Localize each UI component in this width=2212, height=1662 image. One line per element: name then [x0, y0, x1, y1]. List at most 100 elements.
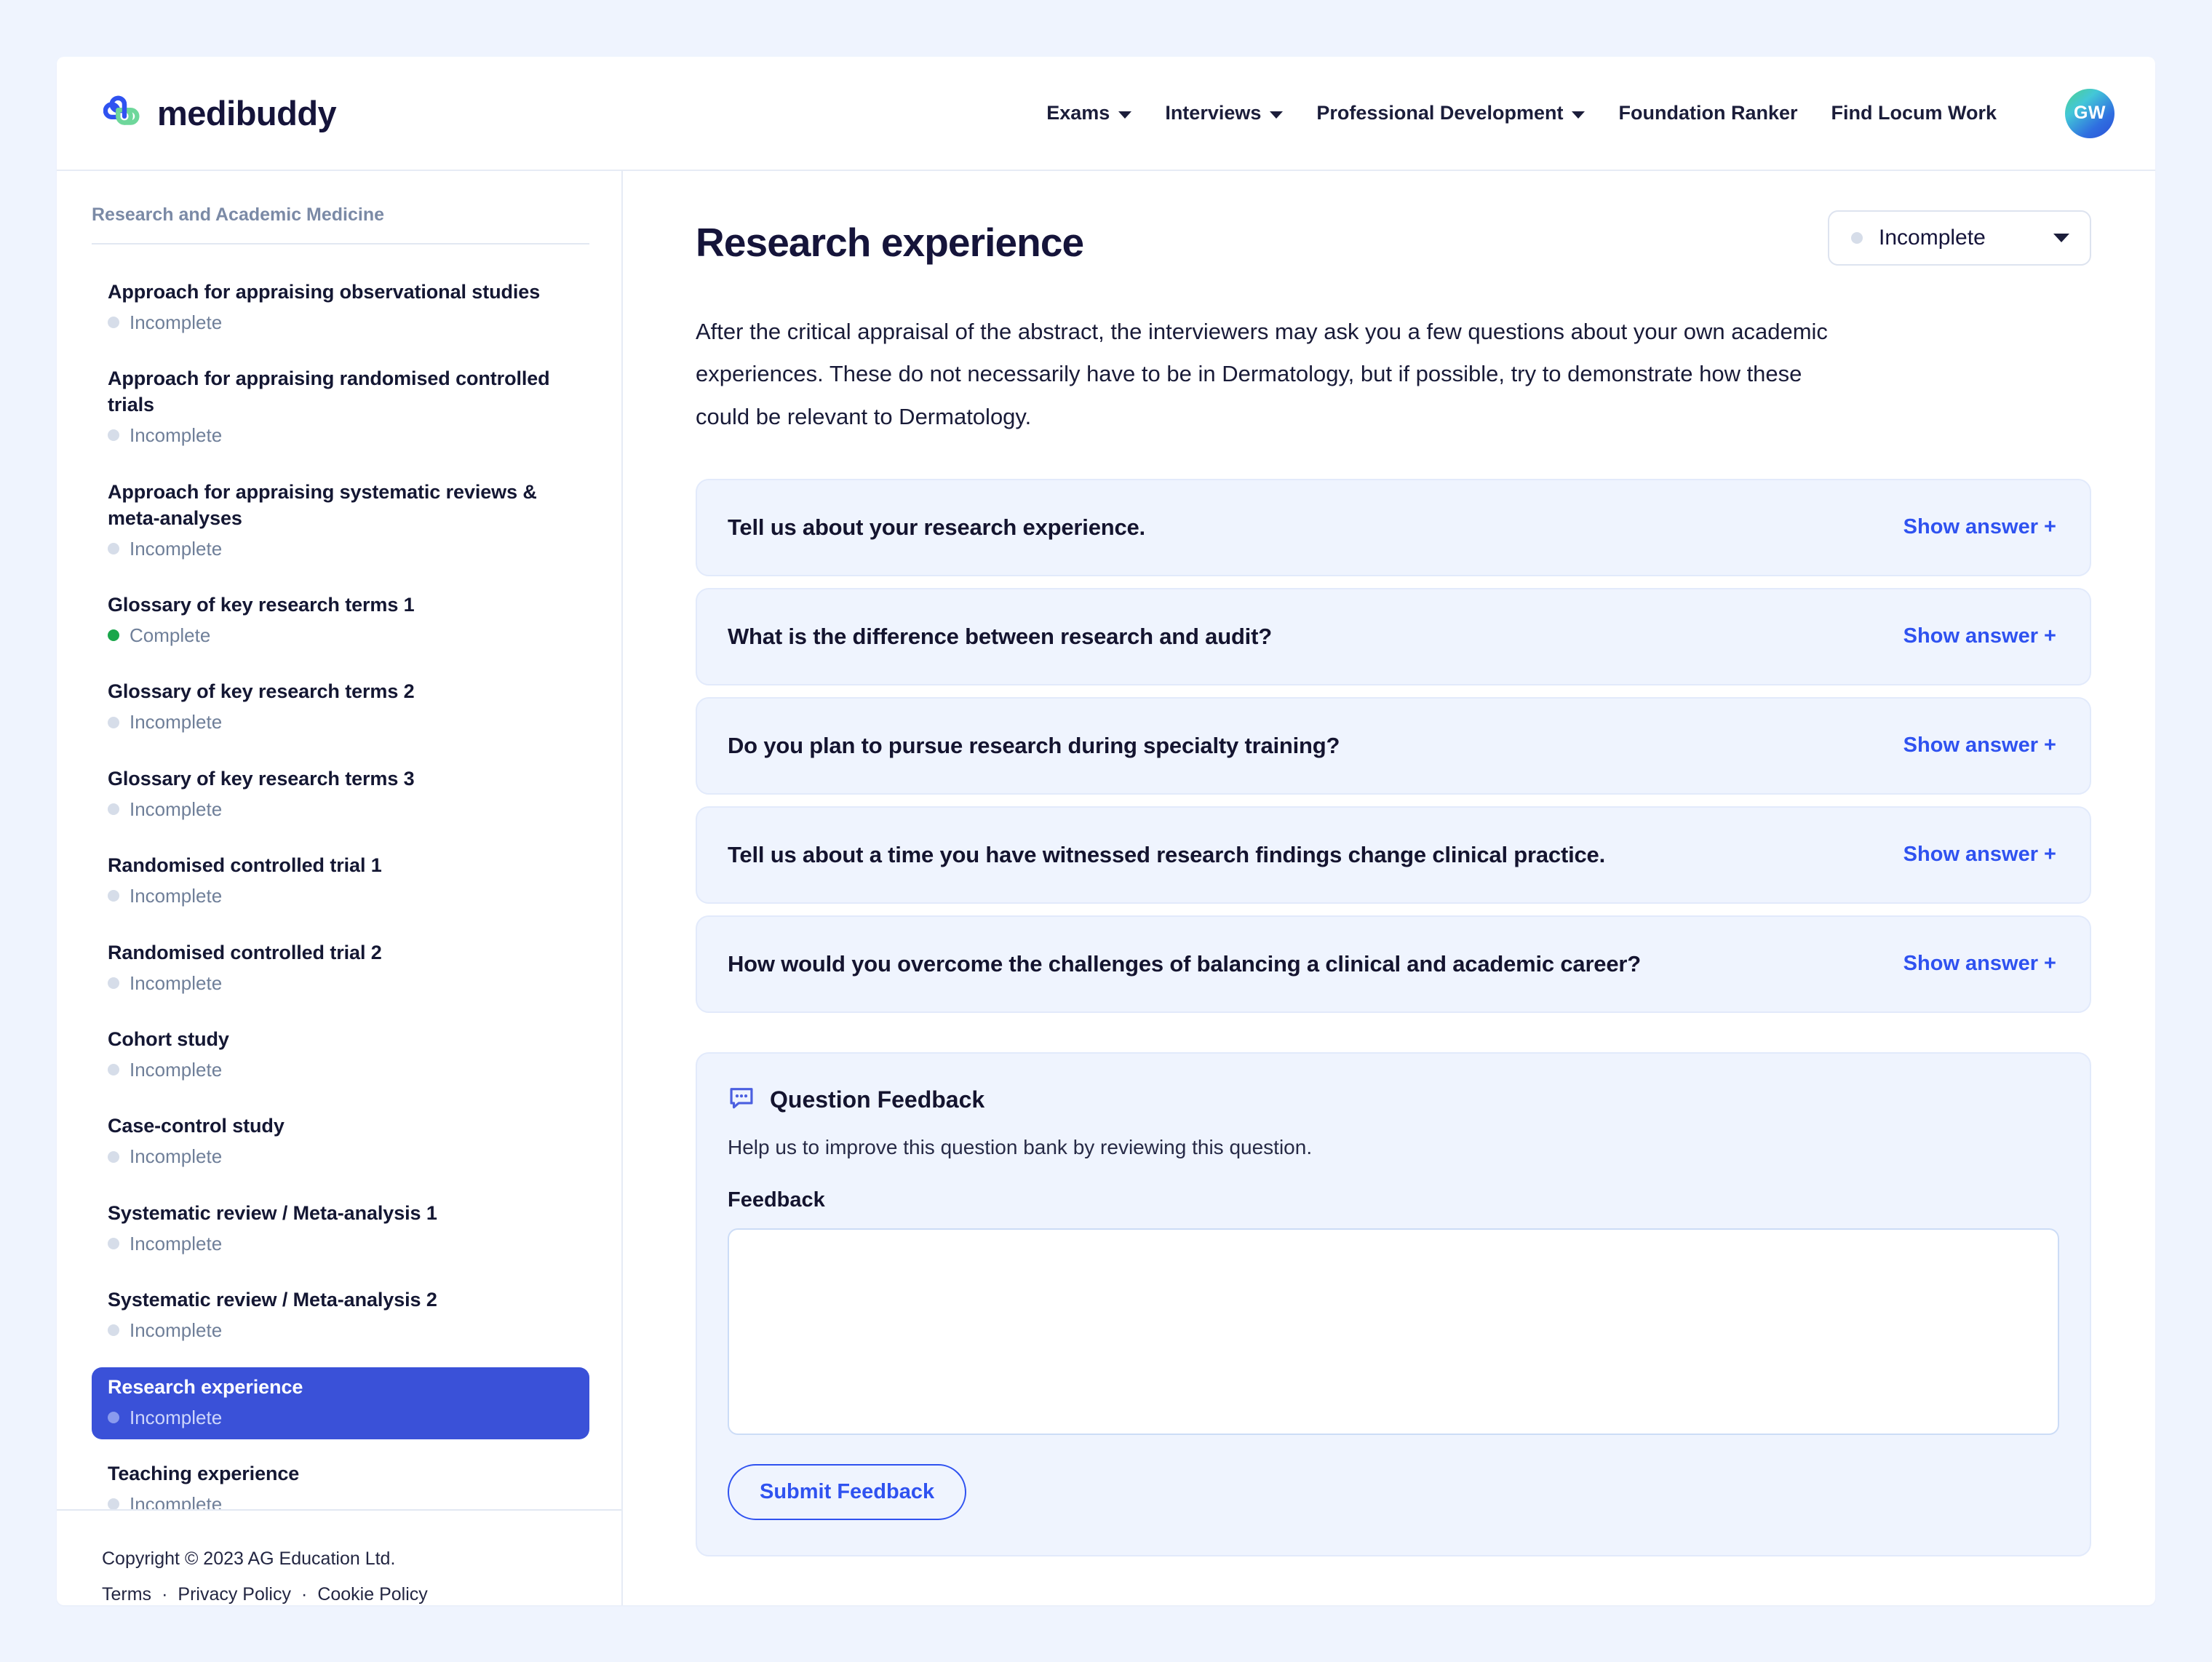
sidebar-item-status-label: Incomplete: [130, 1493, 223, 1509]
status-dot-icon: [108, 1498, 119, 1509]
sidebar-item-title: Approach for appraising observational st…: [108, 281, 541, 303]
privacy-policy-link[interactable]: Privacy Policy: [178, 1584, 291, 1605]
nav-label: Professional Development: [1316, 102, 1564, 124]
sidebar-item-status: Incomplete: [108, 1406, 573, 1430]
sidebar-item-status: Incomplete: [108, 1232, 573, 1256]
brand-logo[interactable]: medibuddy: [103, 92, 337, 135]
sidebar-item-title: Approach for appraising randomised contr…: [108, 367, 550, 416]
status-dot-icon: [108, 542, 119, 554]
sidebar-item[interactable]: Approach for appraising observational st…: [92, 272, 589, 344]
show-answer-link[interactable]: Show answer +: [1874, 624, 2056, 648]
sidebar-item-title: Systematic review / Meta-analysis 2: [108, 1289, 437, 1311]
question-card[interactable]: Tell us about your research experience. S…: [696, 478, 2091, 576]
sidebar-item-status-label: Incomplete: [130, 1058, 223, 1081]
app-card: medibuddy Exams Interviews Professional …: [57, 57, 2155, 1605]
sidebar-item[interactable]: Systematic review / Meta-analysis 2 Incom…: [92, 1280, 589, 1352]
sidebar-item-status: Incomplete: [108, 424, 573, 448]
status-dot-icon: [108, 890, 119, 902]
sidebar-item[interactable]: Glossary of key research terms 2 Incomple…: [92, 672, 589, 744]
sidebar-item[interactable]: Randomised controlled trial 1 Incomplete: [92, 846, 589, 918]
sidebar-footer: Copyright © 2023 AG Education Ltd. Terms…: [57, 1509, 621, 1605]
sidebar-item-status-label: Incomplete: [130, 311, 223, 333]
sidebar-item-title: Systematic review / Meta-analysis 1: [108, 1201, 437, 1224]
sidebar-item-status: Incomplete: [108, 1319, 573, 1343]
status-dropdown[interactable]: Incomplete: [1828, 210, 2091, 266]
sidebar-item-title: Teaching experience: [108, 1463, 300, 1485]
sidebar-item-status-label: Incomplete: [130, 711, 223, 733]
sidebar-item[interactable]: Teaching experience Incomplete: [92, 1454, 589, 1509]
nav-item-find-locum-work[interactable]: Find Locum Work: [1831, 102, 1997, 124]
sidebar-item-status: Incomplete: [108, 798, 573, 822]
legal-separator: ·: [162, 1584, 168, 1605]
question-card[interactable]: How would you overcome the challenges of…: [696, 915, 2091, 1013]
sidebar-item-title: Randomised controlled trial 2: [108, 941, 382, 963]
sidebar-item-status-label: Incomplete: [130, 1406, 223, 1428]
feedback-header: Question Feedback: [728, 1084, 2059, 1116]
show-answer-link[interactable]: Show answer +: [1874, 733, 2056, 758]
status-dot-icon: [108, 429, 119, 442]
sidebar-item-title: Case-control study: [108, 1115, 285, 1137]
sidebar-item-status-label: Incomplete: [130, 1319, 223, 1342]
sidebar-item-title: Cohort study: [108, 1028, 229, 1051]
question-card[interactable]: Tell us about a time you have witnessed …: [696, 806, 2091, 904]
sidebar-item-status: Incomplete: [108, 710, 573, 734]
show-answer-link[interactable]: Show answer +: [1874, 843, 2056, 867]
sidebar-item[interactable]: Approach for appraising systematic revie…: [92, 472, 589, 570]
feedback-textarea[interactable]: [728, 1228, 2059, 1435]
chevron-down-icon: [1118, 111, 1132, 119]
intro-paragraph: After the critical appraisal of the abst…: [696, 319, 1828, 429]
question-text: Tell us about your research experience.: [728, 514, 1145, 540]
sidebar-item-status-label: Incomplete: [130, 1145, 223, 1168]
nav-item-exams[interactable]: Exams: [1046, 102, 1132, 124]
chevron-down-icon: [1572, 111, 1586, 119]
terms-link[interactable]: Terms: [102, 1584, 151, 1605]
sidebar-item[interactable]: Cohort study Incomplete: [92, 1019, 589, 1092]
nav-item-interviews[interactable]: Interviews: [1165, 102, 1284, 124]
question-card[interactable]: What is the difference between research …: [696, 587, 2091, 685]
page-title: Research experience: [696, 220, 1084, 265]
sidebar-item-status-label: Incomplete: [130, 424, 223, 447]
page-root: medibuddy Exams Interviews Professional …: [0, 0, 2212, 1662]
question-card[interactable]: Do you plan to pursue research during sp…: [696, 696, 2091, 795]
show-answer-link[interactable]: Show answer +: [1874, 952, 2056, 976]
sidebar-item[interactable]: Randomised controlled trial 2 Incomplete: [92, 933, 589, 1005]
sidebar-item-status: Incomplete: [108, 971, 573, 995]
feedback-title: Question Feedback: [770, 1086, 985, 1113]
status-dropdown-value: Incomplete: [1879, 226, 1986, 250]
sidebar-item-title: Randomised controlled trial 1: [108, 854, 382, 877]
status-dot-icon: [108, 1411, 119, 1423]
brand-name: medibuddy: [157, 94, 337, 132]
sidebar-item-status: Incomplete: [108, 884, 573, 908]
nav-label: Exams: [1046, 102, 1110, 124]
cookie-policy-link[interactable]: Cookie Policy: [317, 1584, 427, 1605]
nav-item-professional-development[interactable]: Professional Development: [1316, 102, 1586, 124]
sidebar-item-title: Glossary of key research terms 2: [108, 680, 415, 703]
sidebar-item-title: Research experience: [108, 1375, 303, 1398]
status-dot-icon: [108, 716, 119, 728]
show-answer-link[interactable]: Show answer +: [1874, 515, 2056, 539]
sidebar-item[interactable]: Glossary of key research terms 1 Complete: [92, 585, 589, 657]
status-dot-icon: [108, 1064, 119, 1076]
question-text: What is the difference between research …: [728, 623, 1272, 649]
question-feedback-panel: Question Feedback Help us to improve thi…: [696, 1051, 2091, 1556]
feedback-field-label: Feedback: [728, 1188, 825, 1212]
feedback-subtitle: Help us to improve this question bank by…: [728, 1135, 1313, 1158]
nav-item-foundation-ranker[interactable]: Foundation Ranker: [1618, 102, 1797, 124]
sidebar-item[interactable]: Approach for appraising randomised contr…: [92, 359, 589, 457]
sidebar-item[interactable]: Systematic review / Meta-analysis 1 Incom…: [92, 1193, 589, 1265]
sidebar-item[interactable]: Case-control study Incomplete: [92, 1106, 589, 1178]
status-dot-icon: [108, 1150, 119, 1163]
sidebar-item[interactable]: Glossary of key research terms 3 Incomple…: [92, 759, 589, 831]
title-row: Research experience Incomplete: [696, 210, 2091, 266]
sidebar-item-status: Incomplete: [108, 537, 573, 561]
question-text: Do you plan to pursue research during sp…: [728, 732, 1340, 758]
question-text: How would you overcome the challenges of…: [728, 950, 1641, 977]
submit-feedback-button[interactable]: Submit Feedback: [728, 1463, 967, 1520]
sidebar-item-status: Complete: [108, 624, 573, 648]
status-dot-icon: [108, 803, 119, 815]
sidebar-item[interactable]: Research experience Incomplete: [92, 1367, 589, 1440]
sidebar-item-title: Glossary of key research terms 3: [108, 767, 415, 790]
question-text: Tell us about a time you have witnessed …: [728, 841, 1605, 867]
sidebar-item-status: Incomplete: [108, 1492, 573, 1509]
avatar[interactable]: GW: [2065, 88, 2114, 138]
